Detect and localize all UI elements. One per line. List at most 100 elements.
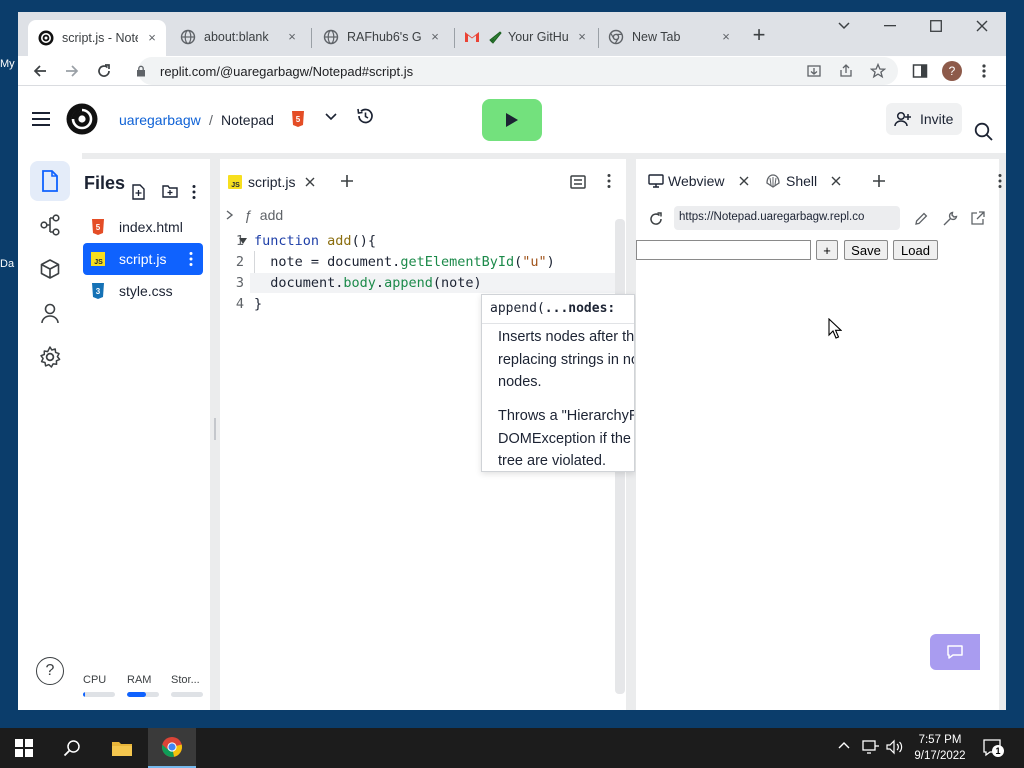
users-tool-button[interactable] <box>30 293 70 333</box>
maximize-icon <box>930 20 942 32</box>
browser-tab[interactable]: RAFhub6's GitHub × <box>313 22 449 52</box>
search-button[interactable] <box>974 122 994 142</box>
install-app-icon[interactable] <box>806 63 822 79</box>
code-line[interactable]: } <box>254 296 262 312</box>
action-center-button[interactable]: 1 <box>982 738 1004 758</box>
side-panel-button[interactable] <box>908 59 932 83</box>
line-number: 4 <box>235 296 244 312</box>
breadcrumb-user[interactable]: uaregarbagw <box>119 112 201 128</box>
browser-tab[interactable]: about:blank × <box>170 22 306 52</box>
panel-resize-handle[interactable] <box>214 418 216 440</box>
history-button[interactable] <box>355 106 375 126</box>
open-new-window-button[interactable] <box>971 211 985 225</box>
minimize-button[interactable] <box>867 12 913 40</box>
show-hidden-icons-button[interactable] <box>838 741 850 749</box>
tab-webview[interactable]: Webview <box>648 169 749 193</box>
back-button[interactable] <box>28 59 52 83</box>
file-item-script-js[interactable]: JS script.js <box>83 243 203 275</box>
address-bar[interactable]: replit.com/@uaregarbagw/Notepad#script.j… <box>137 57 898 85</box>
js-file-icon: JS <box>91 252 105 266</box>
breadcrumb-project[interactable]: Notepad <box>221 112 274 128</box>
files-menu-button[interactable] <box>192 184 196 200</box>
more-vert-icon <box>607 174 611 188</box>
webview-reload-button[interactable] <box>648 211 664 227</box>
edit-url-button[interactable] <box>914 212 928 226</box>
arrow-right-icon <box>66 65 79 77</box>
code-line[interactable]: note = document.getElementById("u") <box>254 254 555 270</box>
notepad-save-button[interactable]: Save <box>844 240 888 260</box>
close-tab-icon[interactable]: × <box>574 29 590 45</box>
more-vert-icon[interactable] <box>189 251 193 267</box>
project-dropdown-button[interactable] <box>325 113 337 121</box>
close-icon[interactable] <box>305 177 315 187</box>
more-vert-icon <box>982 64 986 78</box>
close-tab-icon[interactable]: × <box>427 29 443 45</box>
replit-logo[interactable] <box>66 103 98 135</box>
file-explorer-button[interactable] <box>98 728 146 768</box>
tab-search-button[interactable] <box>821 12 867 40</box>
network-icon[interactable] <box>862 739 880 755</box>
star-icon[interactable] <box>870 63 886 79</box>
notepad-load-button[interactable]: Load <box>893 240 938 260</box>
new-pane-tab-button[interactable] <box>872 174 886 188</box>
taskbar-search-button[interactable] <box>48 728 96 768</box>
editor-tab[interactable]: JS script.js <box>228 169 315 195</box>
file-name: script.js <box>119 251 167 267</box>
code-line[interactable]: function add(){ <box>254 233 376 249</box>
close-tab-icon[interactable]: × <box>144 30 160 46</box>
run-button[interactable] <box>482 99 542 141</box>
feedback-chat-button[interactable] <box>930 634 980 670</box>
fold-arrow-icon[interactable] <box>239 237 247 245</box>
chrome-taskbar-button[interactable] <box>148 728 196 768</box>
tab-shell[interactable]: Shell <box>766 169 841 193</box>
close-window-button[interactable] <box>959 12 1005 40</box>
browser-menu-button[interactable] <box>972 59 996 83</box>
code-line-active[interactable]: document.body.append(note) <box>254 275 481 291</box>
help-button[interactable]: ? <box>36 657 64 685</box>
menu-button[interactable] <box>32 111 52 127</box>
invite-button[interactable]: Invite <box>886 103 962 135</box>
system-clock[interactable]: 7:57 PM 9/17/2022 <box>910 732 970 764</box>
address-text: replit.com/@uaregarbagw/Notepad#script.j… <box>160 64 414 79</box>
close-tab-icon[interactable]: × <box>718 29 734 45</box>
windows-taskbar: 7:57 PM 9/17/2022 1 <box>0 728 1024 768</box>
file-item-index-html[interactable]: 5 index.html <box>83 211 203 243</box>
editor-tab-label: script.js <box>248 174 296 190</box>
webview-menu-button[interactable] <box>998 173 1002 189</box>
windows-logo-icon <box>15 739 33 757</box>
globe-icon <box>180 29 196 45</box>
profile-button[interactable]: ? <box>940 59 964 83</box>
new-folder-button[interactable] <box>162 184 178 198</box>
notepad-input[interactable] <box>636 240 811 260</box>
settings-tool-button[interactable] <box>30 337 70 377</box>
file-item-style-css[interactable]: 3 style.css <box>83 275 203 307</box>
close-icon[interactable] <box>739 176 749 186</box>
forward-button[interactable] <box>60 59 84 83</box>
close-tab-icon[interactable]: × <box>284 29 300 45</box>
browser-tab[interactable]: New Tab × <box>600 22 740 52</box>
replit-logo-icon <box>66 103 98 135</box>
arrow-left-icon <box>33 65 46 77</box>
new-tab-button[interactable]: + <box>748 24 770 47</box>
browser-tab[interactable]: Your GitHub × <box>456 22 596 52</box>
js-file-icon: JS <box>228 175 242 189</box>
close-icon[interactable] <box>831 176 841 186</box>
git-branch-icon <box>40 214 60 236</box>
notepad-add-button[interactable]: + <box>816 240 838 260</box>
editor-layout-button[interactable] <box>570 175 586 189</box>
new-editor-tab-button[interactable] <box>340 174 354 188</box>
files-tool-button[interactable] <box>30 161 70 201</box>
packages-tool-button[interactable] <box>30 249 70 289</box>
symbol-breadcrumb[interactable]: ƒ add <box>226 207 283 223</box>
new-file-button[interactable] <box>132 184 146 200</box>
start-button[interactable] <box>0 728 48 768</box>
volume-icon[interactable] <box>886 739 904 755</box>
browser-tab[interactable]: script.js - Notepad - Replit × <box>28 20 166 56</box>
devtools-button[interactable] <box>942 211 958 227</box>
maximize-button[interactable] <box>913 12 959 40</box>
git-tool-button[interactable] <box>30 205 70 245</box>
webview-url-field[interactable]: https://Notepad.uaregarbagw.repl.co <box>674 206 900 230</box>
editor-menu-button[interactable] <box>607 173 611 189</box>
share-icon[interactable] <box>838 63 854 79</box>
reload-button[interactable] <box>92 59 116 83</box>
